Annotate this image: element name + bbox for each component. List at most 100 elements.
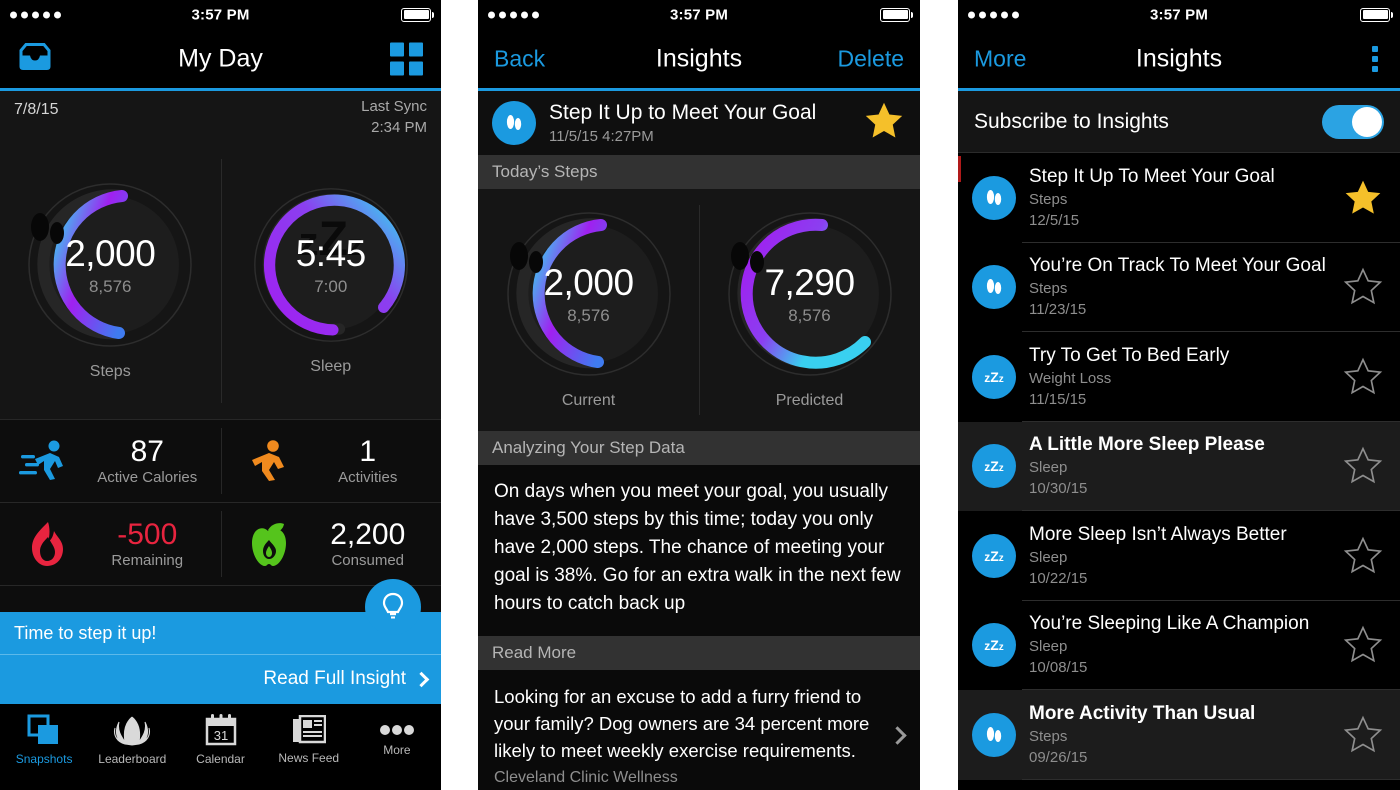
chevron-right-icon: [413, 671, 430, 687]
read-more-body: Looking for an excuse to add a furry fri…: [494, 686, 870, 761]
list-item[interactable]: zZz More Sleep Isn’t Always Better Sleep…: [958, 511, 1400, 601]
stat-text: 2,200 Consumed: [305, 519, 432, 569]
insight-category: Steps: [1029, 280, 1068, 298]
analysis-text: On days when you meet your goal, you usu…: [478, 465, 920, 636]
ring-steps[interactable]: 2,000 8,576 Steps: [0, 143, 221, 419]
stat-label: Consumed: [331, 551, 405, 569]
insight-title: A Little More Sleep Please: [1029, 434, 1265, 456]
star-filled-icon[interactable]: [1340, 178, 1386, 218]
tab-label: Leaderboard: [98, 751, 167, 766]
status-time: 3:57 PM: [1149, 6, 1209, 23]
delete-button[interactable]: Delete: [838, 45, 904, 72]
phone-panel-my-day: 3:57 PM My Day 7/8/15 Last Sync 2:34 PM: [0, 0, 441, 790]
status-bar: 3:57 PM: [958, 0, 1400, 29]
insight-date: 11/23/15: [1029, 301, 1087, 319]
kebab-menu-icon[interactable]: [1372, 45, 1378, 72]
tab-bar: Snapshots Leaderboard 31 Calendar News F…: [0, 703, 441, 775]
progress-ring: 7,290 8,576: [726, 210, 894, 378]
star-outline-icon[interactable]: [1340, 536, 1386, 576]
status-time: 3:57 PM: [669, 6, 729, 23]
list-item[interactable]: zZz You’re Sleeping Like A Champion Slee…: [958, 601, 1400, 691]
star-outline-icon[interactable]: [1340, 625, 1386, 665]
star-outline-icon[interactable]: [1340, 715, 1386, 755]
read-more-card[interactable]: Looking for an excuse to add a furry fri…: [478, 670, 920, 790]
insight-title: Try To Get To Bed Early: [1029, 344, 1230, 366]
read-full-insight-button[interactable]: Read Full Insight: [0, 655, 441, 703]
tab-calendar[interactable]: 31 Calendar: [176, 704, 264, 775]
unread-accent-bar: [958, 156, 961, 182]
insight-category: Steps: [1029, 727, 1068, 745]
insight-title: Step It Up To Meet Your Goal: [1029, 165, 1275, 187]
stat-consumed[interactable]: 2,200 Consumed: [220, 503, 442, 585]
insight-category: Sleep: [1029, 459, 1068, 477]
tab-leaderboard[interactable]: Leaderboard: [88, 704, 176, 775]
last-sync-label: Last Sync: [361, 98, 427, 115]
ring-current[interactable]: 2,000 8,576 Current: [478, 189, 699, 431]
progress-ring: zZz 5:45 7:00: [252, 186, 410, 344]
banner-spacer: [0, 579, 441, 635]
stat-remaining[interactable]: -500 Remaining: [0, 503, 221, 585]
tab-label: More: [383, 742, 411, 757]
sleep-zzz-icon: zZz: [972, 623, 1016, 668]
list-item[interactable]: zZz Try To Get To Bed Early Weight Loss …: [958, 332, 1400, 422]
ring-value: 2,000: [65, 233, 156, 274]
insight-date: 10/08/15: [1029, 659, 1088, 677]
star-filled-icon[interactable]: [862, 100, 906, 147]
tab-snapshots[interactable]: Snapshots: [0, 704, 88, 775]
read-more-source: Cleveland Clinic Wellness: [494, 769, 678, 786]
stat-text: 87 Active Calories: [84, 436, 211, 486]
phone-panel-insight-detail: 3:57 PM Back Insights Delete Step It Up …: [478, 0, 920, 790]
stat-text: 1 Activities: [305, 436, 432, 486]
list-item[interactable]: zZz A Little More Sleep Please Sleep 10/…: [958, 421, 1400, 511]
tab-label: News Feed: [278, 750, 340, 765]
stat-activities[interactable]: 1 Activities: [220, 420, 442, 502]
list-item[interactable]: You’re On Track To Meet Your Goal Steps …: [958, 243, 1400, 333]
ring-sleep[interactable]: zZz 5:45 7:00 Sleep: [220, 143, 442, 419]
list-item-text: A Little More Sleep Please Sleep 10/30/1…: [1029, 433, 1327, 499]
section-header-todays-steps: Today’s Steps: [478, 155, 920, 189]
list-item-text: Step It Up To Meet Your Goal Steps 12/5/…: [1029, 165, 1327, 231]
insight-category: Sleep: [1029, 638, 1068, 656]
subscribe-label: Subscribe to Insights: [974, 109, 1169, 133]
nav-bar: More Insights: [958, 29, 1400, 91]
insight-category: Weight Loss: [1029, 369, 1112, 387]
battery-full-icon: [1360, 7, 1390, 22]
stat-label: Activities: [338, 468, 398, 486]
list-item-text: You’re Sleeping Like A Champion Sleep 10…: [1029, 612, 1327, 678]
sync-bar: 7/8/15 Last Sync 2:34 PM: [0, 91, 441, 143]
insight-date: 11/15/15: [1029, 390, 1087, 408]
ring-value: 7,290: [764, 262, 855, 303]
subscribe-toggle[interactable]: [1322, 104, 1384, 139]
tab-more[interactable]: More: [353, 704, 441, 775]
status-bar: 3:57 PM: [478, 0, 920, 29]
insight-title: You’re Sleeping Like A Champion: [1029, 613, 1310, 635]
last-sync: Last Sync 2:34 PM: [361, 96, 427, 138]
star-outline-icon[interactable]: [1340, 446, 1386, 486]
ring-center: 2,000 8,576: [505, 210, 673, 378]
stat-active-calories[interactable]: 87 Active Calories: [0, 420, 221, 502]
sleep-zzz-icon: zZz: [972, 533, 1016, 578]
tab-label: Snapshots: [15, 751, 73, 766]
list-item[interactable]: More Activity Than Usual Steps 09/26/15: [958, 690, 1400, 780]
footsteps-icon: [972, 265, 1016, 310]
svg-text:31: 31: [213, 728, 227, 743]
ring-label: Current: [561, 392, 616, 409]
ring-goal: 8,576: [567, 306, 610, 325]
star-outline-icon[interactable]: [1340, 267, 1386, 307]
grid-icon[interactable]: [390, 42, 423, 75]
progress-ring: 2,000 8,576: [505, 210, 673, 378]
footsteps-icon: [492, 101, 536, 145]
page-title: My Day: [178, 44, 263, 72]
svg-text:zZz: zZz: [984, 637, 1004, 653]
insights-list: Step It Up To Meet Your Goal Steps 12/5/…: [958, 153, 1400, 780]
lightbulb-icon[interactable]: [365, 579, 421, 635]
section-header-analysis: Analyzing Your Step Data: [478, 431, 920, 465]
list-item[interactable]: Step It Up To Meet Your Goal Steps 12/5/…: [958, 153, 1400, 243]
star-outline-icon[interactable]: [1340, 357, 1386, 397]
laurel-icon: [114, 716, 151, 745]
ring-predicted[interactable]: 7,290 8,576 Predicted: [699, 189, 920, 431]
stats-grid: 87 Active Calories 1 Activities -500 Rem…: [0, 419, 441, 585]
list-item-text: More Sleep Isn’t Always Better Sleep 10/…: [1029, 523, 1327, 589]
subscribe-row[interactable]: Subscribe to Insights: [958, 91, 1400, 153]
tab-news-feed[interactable]: News Feed: [265, 704, 353, 775]
